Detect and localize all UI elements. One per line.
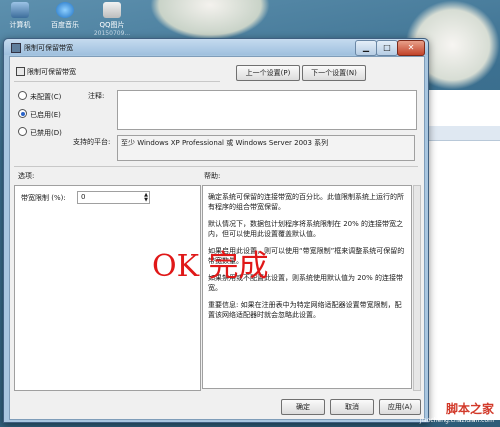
next-setting-button[interactable]: 下一个设置(N) [302,65,366,81]
policy-icon [11,43,21,53]
help-scrollbar[interactable] [413,185,421,391]
ok-button[interactable]: 确定 [281,399,325,415]
ok-complete-annotation: OK 完成 [152,249,269,284]
desktop-icon-qq-image[interactable]: QQ图片 20150709... [92,2,132,37]
desktop-icon-baidu-music[interactable]: 百度音乐 [45,2,85,30]
heading-icon [16,67,25,76]
site-watermark: 脚本之家 jiaocheng.chazidian.com [420,400,494,424]
section-divider [14,166,418,167]
radio-label: 已启用(E) [30,111,61,119]
flower-decoration [150,0,270,40]
watermark-title: 脚本之家 [445,402,494,416]
desktop-icon-sublabel: 20150709... [93,30,131,37]
help-label: 帮助: [204,172,221,180]
background-window-toolbar [421,126,500,141]
previous-setting-button[interactable]: 上一个设置(P) [236,65,300,81]
watermark-url: jiaocheng.chazidian.com [419,417,494,424]
apply-button[interactable]: 应用(A) [379,399,421,415]
radio-enabled[interactable] [18,109,27,118]
platform-value: 至少 Windows XP Professional 或 Windows Ser… [121,139,329,147]
help-paragraph: 默认情况下，数据包计划程序将系统限制在 20% 的连接带宽之内，但可以使用此设置… [208,220,404,238]
cancel-button[interactable]: 取消 [330,399,374,415]
title-bar[interactable]: 限制可保留带宽 ▁ □ ✕ [4,39,428,56]
background-window [420,90,500,420]
computer-icon [11,2,29,18]
radio-label: 已禁用(D) [30,129,62,137]
comment-label: 注释: [88,92,105,100]
platform-label: 支持的平台: [73,138,111,146]
desktop-icon-label: 百度音乐 [51,21,79,29]
radio-not-configured[interactable] [18,91,27,100]
desktop-icon-label: 计算机 [9,21,31,29]
bandwidth-limit-value: 0 [81,193,86,201]
options-label: 选项: [18,172,35,180]
help-panel: 确定系统可保留的连接带宽的百分比。此值限制系统上运行的所有程序的组合带宽保留。 … [202,185,412,389]
image-icon [103,2,121,18]
dialog-content: 限制可保留带宽 上一个设置(P) 下一个设置(N) 未配置(C) 已启用(E) … [9,56,425,420]
setting-heading: 限制可保留带宽 [27,68,76,76]
help-paragraph: 确定系统可保留的连接带宽的百分比。此值限制系统上运行的所有程序的组合带宽保留。 [208,193,404,211]
minimize-button[interactable]: ▁ [355,40,377,56]
desktop-icon-label: QQ图片 [99,21,125,29]
help-paragraph: 重要信息: 如果在注册表中为特定网络适配器设置带宽限制，配置该网络适配器时就会忽… [208,301,402,319]
policy-setting-dialog: 限制可保留带宽 ▁ □ ✕ 限制可保留带宽 上一个设置(P) 下一个设置(N) … [3,38,429,423]
bandwidth-limit-spinbox[interactable]: 0 ▲ ▼ [77,191,150,204]
options-panel: 带宽限制 (%): 0 ▲ ▼ [14,185,201,391]
close-button[interactable]: ✕ [397,40,425,56]
music-icon [56,2,74,18]
heading-divider [14,81,220,82]
maximize-button[interactable]: □ [376,40,398,56]
window-title: 限制可保留带宽 [24,44,73,52]
platform-field: 至少 Windows XP Professional 或 Windows Ser… [117,135,415,161]
radio-disabled[interactable] [18,127,27,136]
desktop-icon-computer[interactable]: 计算机 [0,2,40,30]
bandwidth-limit-label: 带宽限制 (%): [21,194,66,202]
radio-label: 未配置(C) [30,93,62,101]
spin-down-icon[interactable]: ▼ [144,197,148,203]
comment-textarea[interactable] [117,90,417,130]
